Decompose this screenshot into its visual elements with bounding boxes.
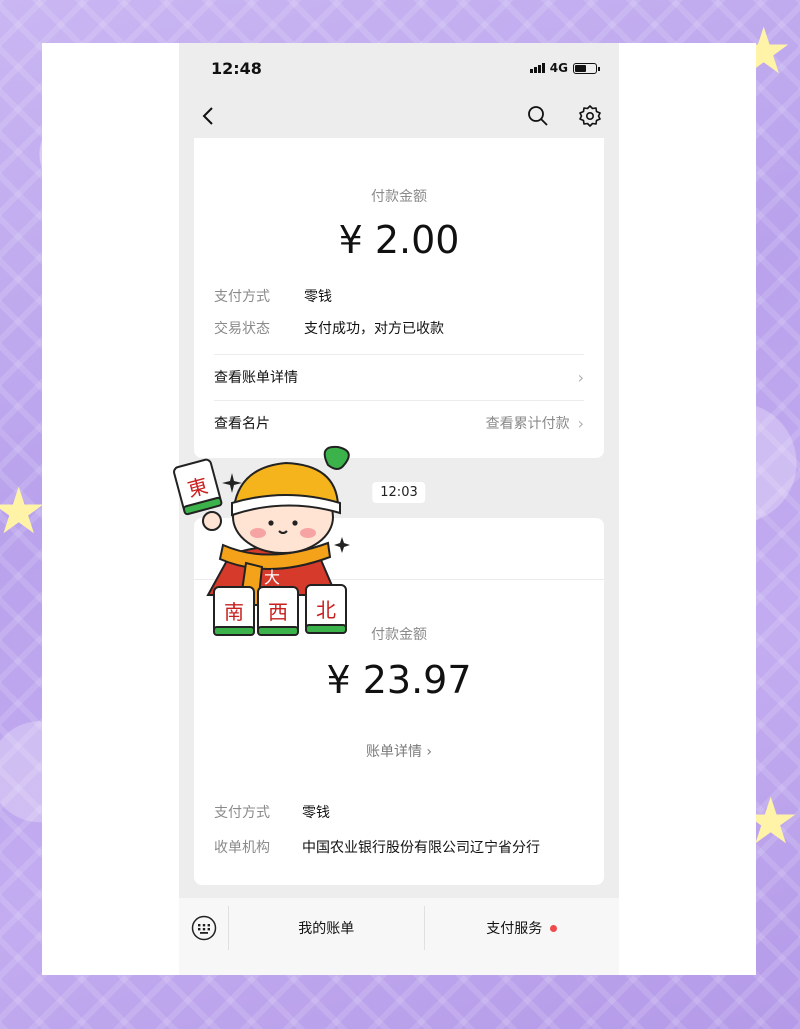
my-bills-label: 我的账单 [298, 921, 355, 937]
view-card-link[interactable]: 查看名片 查看累计付款 › [214, 400, 584, 446]
payment-card[interactable]: 付款金额 ¥ 2.00 支付方式 零钱 交易状态 支付成功，对方已收款 查看账单… [194, 118, 604, 458]
message-timestamp: 12:03 [372, 482, 426, 503]
network-type: 4G [549, 61, 568, 75]
link-label: 查看账单详情 [214, 370, 298, 386]
chevron-right-icon: › [577, 367, 584, 387]
view-cumulative-payment-link[interactable]: 查看累计付款 › [486, 413, 584, 433]
my-bills-button[interactable]: 我的账单 [229, 906, 424, 950]
pay-amount: ¥ 2.00 [338, 218, 460, 262]
star-decoration-icon: ★ [0, 475, 48, 549]
shirt-character: 大 [264, 568, 280, 587]
payment-services-label: 支付服务 [486, 921, 543, 937]
detail-row: 收单机构 中国农业银行股份有限公司辽宁省分行 [214, 837, 540, 857]
detail-row: 交易状态 支付成功，对方已收款 [214, 318, 444, 338]
gear-icon[interactable] [577, 103, 603, 129]
chevron-right-icon: › [577, 413, 584, 433]
view-bill-detail-link[interactable]: 查看账单详情 › [214, 354, 584, 400]
signal-icon [529, 63, 545, 73]
detail-key: 收单机构 [214, 840, 270, 856]
nav-bar [179, 93, 619, 138]
detail-key: 交易状态 [214, 321, 270, 337]
detail-value: 零钱 [302, 805, 330, 821]
payment-services-button[interactable]: 支付服务 [423, 906, 620, 950]
bill-detail-link[interactable]: 账单详情 › [194, 741, 604, 761]
detail-key: 支付方式 [214, 289, 270, 305]
status-time: 12:48 [211, 58, 262, 78]
status-indicators: 4G [529, 61, 600, 75]
detail-value: 零钱 [304, 289, 332, 305]
mahjong-tile-north: 北 [316, 598, 336, 622]
bottom-bar: 我的账单 支付服务 [179, 898, 619, 975]
detail-value: 中国农业银行股份有限公司辽宁省分行 [302, 840, 540, 856]
detail-key: 支付方式 [214, 805, 270, 821]
pay-amount: ¥ 23.97 [326, 658, 472, 702]
pay-amount-label: 付款金额 [371, 189, 427, 205]
mahjong-sticker: 東 南 西 北 大 [173, 445, 350, 636]
notification-dot [550, 924, 558, 932]
mahjong-tile-west: 西 [268, 600, 288, 624]
detail-row: 支付方式 零钱 [214, 802, 330, 822]
search-icon[interactable] [525, 103, 551, 129]
detail-row: 支付方式 零钱 [214, 286, 332, 306]
back-chevron-icon[interactable] [195, 103, 221, 129]
link-label: 查看名片 [214, 416, 270, 432]
link-right-label: 查看累计付款 [485, 416, 570, 432]
keyboard-icon[interactable] [179, 906, 229, 950]
mahjong-tile-south: 南 [224, 600, 244, 624]
status-bar: 12:48 4G [179, 43, 619, 93]
battery-icon [573, 62, 600, 74]
detail-value: 支付成功，对方已收款 [304, 321, 444, 337]
